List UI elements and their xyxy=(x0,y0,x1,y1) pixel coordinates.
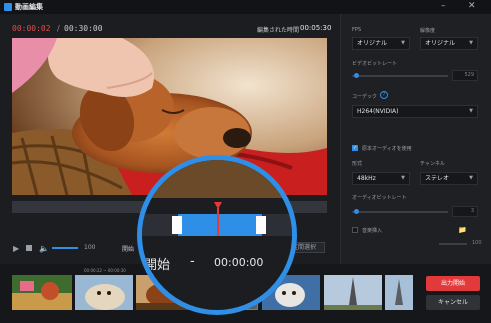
total-time: 00:30:00 xyxy=(64,24,103,33)
edited-time-label: 編集された時間 xyxy=(257,27,300,34)
codec-label: コーデック xyxy=(352,94,378,100)
video-bitrate-value[interactable]: 529 xyxy=(452,70,478,81)
stop-icon[interactable] xyxy=(26,245,32,251)
fps-label: FPS xyxy=(352,27,362,33)
video-bitrate-thumb[interactable] xyxy=(354,73,359,78)
edited-time: 00:05:30 xyxy=(300,24,332,32)
fps-select[interactable]: オリジナル ▼ xyxy=(352,37,410,50)
chevron-down-icon: ▼ xyxy=(401,40,405,46)
format-label: 形式 xyxy=(352,161,363,167)
resolution-select[interactable]: オリジナル ▼ xyxy=(420,37,478,50)
audio-bitrate-thumb[interactable] xyxy=(354,209,359,214)
folder-icon[interactable]: 📁 xyxy=(458,226,467,234)
magnified-playhead-line xyxy=(217,208,219,236)
music-volume-value: 100 xyxy=(472,240,482,246)
codec-select[interactable]: H264(NVIDIA) ▼ xyxy=(352,105,478,118)
current-time: 00:00:02 xyxy=(12,24,51,33)
close-icon[interactable]: ✕ xyxy=(468,1,476,11)
channel-value: ステレオ xyxy=(425,175,450,182)
chevron-down-icon: ▼ xyxy=(469,108,473,114)
thumbnail-image xyxy=(385,275,413,310)
insert-music-label: 音楽挿入 xyxy=(362,228,383,234)
channel-label: チャンネル xyxy=(420,161,445,167)
thumbnail[interactable] xyxy=(324,275,382,310)
video-bitrate-label: ビデオビットレート xyxy=(352,61,398,67)
title-bar xyxy=(0,0,491,14)
magnifier-overlay: 開始 - 00:00:00 xyxy=(137,155,297,315)
cancel-button[interactable]: キャンセル xyxy=(426,295,480,310)
format-value: 48kHz xyxy=(357,175,376,182)
audio-bitrate-label: オーディオビットレート xyxy=(352,195,407,201)
thumbnail-image xyxy=(12,275,72,310)
thumbnail-image xyxy=(75,275,133,310)
playhead-marker-icon[interactable] xyxy=(214,202,222,209)
video-bitrate-slider[interactable] xyxy=(352,75,448,77)
magnified-preview xyxy=(142,160,292,198)
magnified-start-label: 開始 xyxy=(144,258,171,273)
export-button[interactable]: 出力開始 xyxy=(426,276,480,291)
magnified-start-handle[interactable] xyxy=(172,216,182,234)
keep-audio-checkbox[interactable]: ✓ xyxy=(352,145,358,151)
codec-value: H264(NVIDIA) xyxy=(357,108,399,115)
chevron-down-icon: ▼ xyxy=(469,40,473,46)
magnified-timeline-selection xyxy=(178,214,262,236)
time-separator: / xyxy=(57,24,60,33)
filmstrip-range: 00:00:22 ~ 00:00:30 xyxy=(84,268,126,273)
magnified-dash: - xyxy=(190,254,195,269)
chevron-down-icon: ▼ xyxy=(469,175,473,181)
thumbnail[interactable] xyxy=(75,275,133,310)
magnified-end-handle[interactable] xyxy=(256,216,266,234)
app-logo-icon xyxy=(4,3,12,11)
help-icon[interactable]: ? xyxy=(380,91,388,99)
volume-value: 100 xyxy=(84,244,96,251)
thumbnail[interactable] xyxy=(385,275,413,310)
format-select[interactable]: 48kHz ▼ xyxy=(352,172,410,185)
volume-icon[interactable]: 🔈 xyxy=(39,244,49,253)
start-label: 開始 xyxy=(122,246,135,253)
chevron-down-icon: ▼ xyxy=(401,175,405,181)
audio-bitrate-slider[interactable] xyxy=(352,211,448,213)
fps-value: オリジナル xyxy=(357,40,388,47)
channel-select[interactable]: ステレオ ▼ xyxy=(420,172,478,185)
play-icon[interactable]: ▶ xyxy=(13,244,19,253)
resolution-label: 解像度 xyxy=(420,28,436,34)
thumbnail[interactable] xyxy=(12,275,72,310)
magnified-start-time[interactable]: 00:00:00 xyxy=(214,256,263,269)
keep-audio-label: 原本オーディオを使用 xyxy=(362,146,412,152)
minimize-icon[interactable]: – xyxy=(441,1,446,11)
resolution-value: オリジナル xyxy=(425,40,456,47)
thumbnail-image xyxy=(324,275,382,310)
audio-bitrate-value[interactable]: 3 xyxy=(452,206,478,217)
app-title: 動画編集 xyxy=(15,3,43,11)
music-volume-slider[interactable] xyxy=(439,243,467,245)
volume-slider[interactable] xyxy=(52,247,78,249)
insert-music-checkbox[interactable] xyxy=(352,227,358,233)
